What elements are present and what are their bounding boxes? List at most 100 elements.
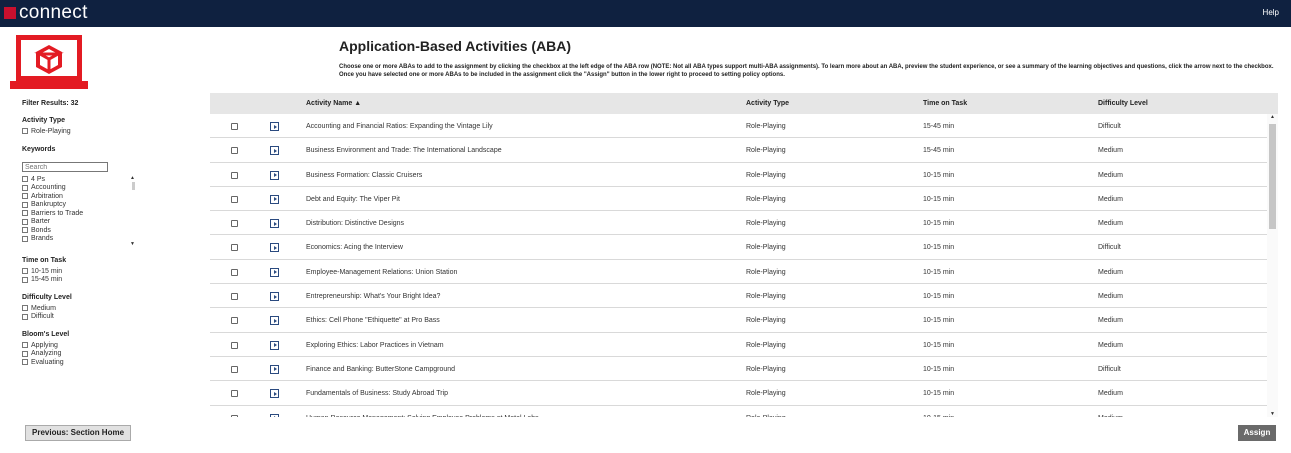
keyword-list[interactable]: 4 Ps Accounting Arbitration Bankruptcy B… — [22, 175, 136, 247]
select-activity-checkbox[interactable] — [231, 341, 238, 349]
help-link[interactable]: Help — [1263, 8, 1279, 17]
select-activity-checkbox[interactable] — [231, 390, 238, 398]
checkbox[interactable] — [22, 128, 28, 135]
select-activity-checkbox[interactable] — [231, 195, 238, 203]
checkbox[interactable] — [22, 184, 28, 191]
select-activity-checkbox[interactable] — [231, 414, 238, 417]
table-scrollbar[interactable]: ▲ ▼ — [1267, 114, 1278, 417]
preview-arrow-icon[interactable] — [270, 316, 279, 326]
checkbox[interactable] — [22, 193, 28, 200]
activity-name-cell: Employee-Management Relations: Union Sta… — [306, 268, 458, 276]
difficulty-cell: Medium — [1098, 317, 1123, 325]
preview-arrow-icon[interactable] — [270, 219, 279, 229]
keyword-option[interactable]: Barriers to Trade — [22, 209, 136, 218]
checkbox[interactable] — [22, 276, 28, 283]
select-activity-checkbox[interactable] — [231, 171, 238, 179]
preview-arrow-icon[interactable] — [270, 267, 279, 277]
scroll-down-arrow-icon[interactable]: ▼ — [1270, 411, 1275, 417]
mh-logo-icon — [4, 6, 16, 19]
scroll-thumb[interactable] — [132, 182, 135, 190]
time-on-task-cell: 10-15 min — [923, 415, 954, 417]
filter-option-blooms[interactable]: Evaluating — [22, 358, 202, 367]
select-activity-checkbox[interactable] — [231, 317, 238, 325]
previous-section-home-button[interactable]: Previous: Section Home — [25, 425, 132, 441]
checkbox[interactable] — [22, 268, 28, 275]
preview-arrow-icon[interactable] — [270, 389, 279, 399]
preview-arrow-icon[interactable] — [270, 340, 279, 350]
scroll-up-arrow-icon[interactable]: ▲ — [1270, 114, 1275, 120]
filter-option-time[interactable]: 15-45 min — [22, 276, 202, 285]
time-on-task-cell: 10-15 min — [923, 244, 955, 252]
keyword-option[interactable]: Bonds — [22, 226, 136, 235]
activity-name-cell: Business Environment and Trade: The Inte… — [306, 147, 502, 155]
difficulty-cell: Medium — [1098, 390, 1123, 398]
select-activity-checkbox[interactable] — [231, 293, 238, 301]
preview-arrow-icon[interactable] — [270, 170, 279, 180]
activity-name-cell: Finance and Banking: ButterStone Campgro… — [306, 365, 456, 373]
activity-name-cell: Ethics: Cell Phone "Ethiquette" at Pro B… — [306, 317, 440, 325]
filter-heading-keywords: Keywords — [22, 145, 56, 153]
keyword-option[interactable]: 4 Ps — [22, 175, 136, 184]
checkbox[interactable] — [22, 176, 28, 183]
table-row: Employee-Management Relations: Union Sta… — [210, 260, 1278, 285]
activity-type-cell: Role-Playing — [746, 415, 786, 417]
checkbox[interactable] — [22, 201, 28, 208]
checkbox[interactable] — [22, 359, 28, 366]
select-activity-checkbox[interactable] — [231, 244, 238, 252]
time-on-task-cell: 10-15 min — [923, 220, 955, 228]
checkbox[interactable] — [22, 342, 28, 349]
keyword-search-input[interactable] — [22, 162, 108, 172]
preview-arrow-icon[interactable] — [270, 146, 279, 156]
keyword-option[interactable]: Accounting — [22, 184, 136, 193]
preview-arrow-icon[interactable] — [270, 292, 279, 302]
select-activity-checkbox[interactable] — [231, 123, 238, 130]
keyword-option[interactable]: Barter — [22, 218, 136, 227]
column-header-activity-type[interactable]: Activity Type — [746, 100, 789, 107]
keyword-option[interactable]: Brands — [22, 235, 136, 244]
time-on-task-cell: 15-45 min — [923, 147, 955, 155]
select-activity-checkbox[interactable] — [231, 268, 238, 276]
keyword-scrollbar[interactable]: ▲ ▼ — [130, 175, 136, 247]
select-activity-checkbox[interactable] — [231, 365, 238, 373]
preview-arrow-icon[interactable] — [270, 413, 279, 417]
table-row: Human Resource Management: Solving Emplo… — [210, 406, 1278, 417]
column-header-difficulty[interactable]: Difficulty Level — [1098, 100, 1148, 107]
scroll-up-arrow-icon[interactable]: ▲ — [130, 175, 135, 181]
preview-arrow-icon[interactable] — [270, 122, 279, 131]
brand-name: connect — [19, 2, 88, 23]
column-header-activity-name[interactable]: Activity Name ▲ — [306, 100, 361, 107]
table-row: Debt and Equity: The Viper Pit Role-Playi… — [210, 187, 1278, 212]
keyword-option[interactable]: Arbitration — [22, 192, 136, 201]
activity-type-cell: Role-Playing — [746, 365, 786, 373]
select-activity-checkbox[interactable] — [231, 220, 238, 228]
keyword-option[interactable]: Bankruptcy — [22, 201, 136, 210]
select-activity-checkbox[interactable] — [231, 147, 238, 155]
filter-heading-time-on-task: Time on Task — [22, 257, 67, 264]
checkbox[interactable] — [22, 210, 28, 217]
filter-option-blooms[interactable]: Analyzing — [22, 350, 202, 359]
preview-arrow-icon[interactable] — [270, 243, 279, 253]
activity-name-cell: Entrepreneurship: What's Your Bright Ide… — [306, 293, 441, 301]
activity-type-cell: Role-Playing — [746, 195, 786, 203]
difficulty-cell: Difficult — [1098, 244, 1121, 252]
filter-option-difficulty[interactable]: Difficult — [22, 313, 202, 322]
checkbox[interactable] — [22, 227, 28, 234]
column-header-time-on-task[interactable]: Time on Task — [923, 100, 967, 107]
time-on-task-cell: 10-15 min — [923, 390, 955, 398]
assign-button[interactable]: Assign — [1238, 425, 1276, 441]
checkbox[interactable] — [22, 218, 28, 225]
filter-option-activity-type[interactable]: Role-Playing — [22, 127, 202, 136]
table-header: Activity Name ▲ Activity Type Time on Ta… — [210, 93, 1278, 114]
checkbox[interactable] — [22, 305, 28, 312]
checkbox[interactable] — [22, 235, 28, 242]
checkbox[interactable] — [22, 350, 28, 357]
filter-option-difficulty[interactable]: Medium — [22, 304, 202, 313]
preview-arrow-icon[interactable] — [270, 194, 279, 204]
connect-logo[interactable]: connect — [4, 3, 88, 22]
scroll-thumb[interactable] — [1269, 124, 1276, 229]
filter-option-time[interactable]: 10-15 min — [22, 267, 202, 276]
checkbox[interactable] — [22, 313, 28, 320]
scroll-down-arrow-icon[interactable]: ▼ — [130, 241, 135, 247]
preview-arrow-icon[interactable] — [270, 364, 279, 374]
filter-option-blooms[interactable]: Applying — [22, 341, 202, 350]
